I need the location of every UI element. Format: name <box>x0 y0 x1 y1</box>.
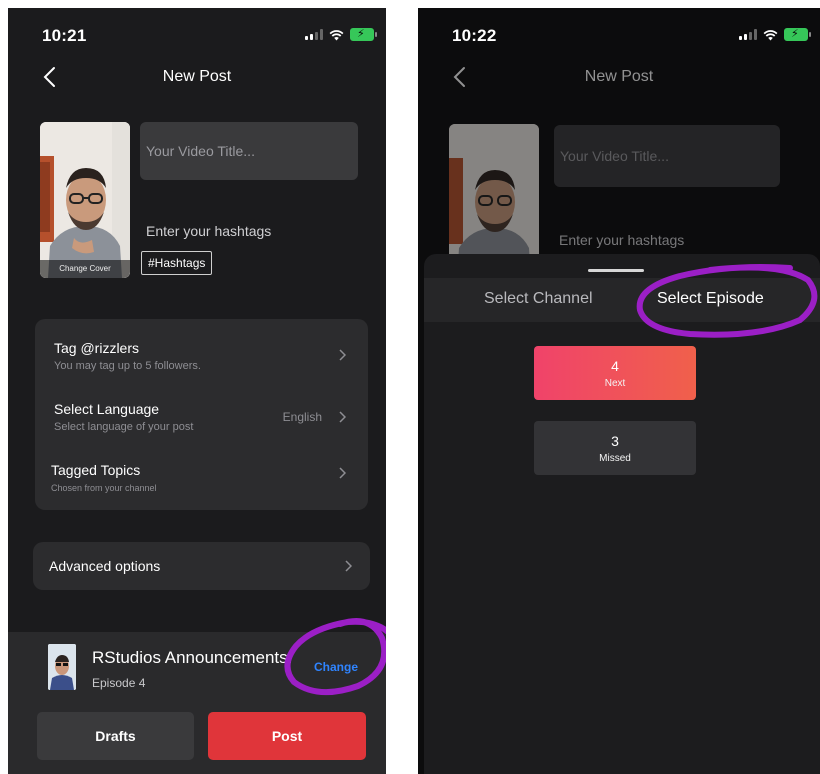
tagged-topics-row[interactable]: Tagged Topics Chosen from your channel <box>35 445 368 505</box>
chevron-right-icon <box>345 560 352 572</box>
language-value: English <box>282 410 322 424</box>
episode-option-next[interactable]: 4 Next <box>534 346 696 400</box>
status-time: 10:21 <box>42 26 87 45</box>
drafts-button[interactable]: Drafts <box>37 712 194 760</box>
setting-subtitle: You may tag up to 5 followers. <box>54 360 201 372</box>
setting-title: Tag @rizzlers <box>54 340 140 356</box>
channel-name: RStudios Announcements! <box>92 648 293 667</box>
hashtags-label: Enter your hashtags <box>559 232 685 248</box>
setting-title: Tagged Topics <box>51 462 141 478</box>
change-channel-button[interactable]: Change <box>314 660 358 674</box>
channel-episode: Episode 4 <box>92 676 146 690</box>
status-icons: ⚡ <box>305 28 377 41</box>
status-icons: ⚡ <box>739 28 811 41</box>
video-cover-thumbnail <box>449 124 539 264</box>
chevron-right-icon <box>339 411 346 423</box>
sheet-drag-handle[interactable] <box>588 269 644 272</box>
episode-status: Next <box>604 378 626 389</box>
change-cover-label[interactable]: Change Cover <box>40 260 130 278</box>
picker-tabs: Select Channel Select Episode <box>424 278 820 322</box>
select-episode-screen: 10:22 ⚡ New Post Your Video Title... Ent… <box>418 8 820 774</box>
setting-subtitle: Select language of your post <box>54 421 194 433</box>
status-time: 10:22 <box>452 26 497 45</box>
episode-number: 3 <box>611 433 619 449</box>
video-cover-thumbnail[interactable]: Change Cover <box>40 122 130 278</box>
hashtags-label: Enter your hashtags <box>146 223 272 239</box>
cover-image <box>40 122 130 278</box>
episode-picker-sheet: Select Channel Select Episode 4 Next 3 M… <box>424 254 820 774</box>
tab-select-episode[interactable]: Select Episode <box>657 290 764 308</box>
chevron-right-icon <box>339 349 346 361</box>
video-title-input <box>554 125 780 187</box>
channel-bottom-bar: RStudios Announcements! Episode 4 Change… <box>8 632 386 774</box>
episode-option-missed[interactable]: 3 Missed <box>534 421 696 475</box>
tab-select-channel[interactable]: Select Channel <box>484 290 593 308</box>
chevron-right-icon <box>339 467 346 479</box>
episode-status: Missed <box>599 453 631 464</box>
post-settings-card: Tag @rizzlers You may tag up to 5 follow… <box>35 319 368 510</box>
hashtags-input[interactable]: #Hashtags <box>141 251 213 275</box>
signal-icon <box>739 29 757 40</box>
battery-charging-icon: ⚡ <box>784 28 811 41</box>
signal-icon <box>305 29 323 40</box>
episode-number: 4 <box>611 358 619 374</box>
page-title: New Post <box>584 68 654 85</box>
wifi-icon <box>329 29 344 40</box>
cover-image <box>449 124 539 264</box>
wifi-icon <box>763 29 778 40</box>
tag-followers-row[interactable]: Tag @rizzlers You may tag up to 5 follow… <box>35 319 368 379</box>
video-title-input[interactable] <box>140 122 358 180</box>
advanced-options-row[interactable]: Advanced options <box>33 542 370 590</box>
advanced-options-label: Advanced options <box>49 558 161 574</box>
channel-avatar <box>48 644 76 690</box>
battery-charging-icon: ⚡ <box>350 28 377 41</box>
setting-subtitle: Chosen from your channel <box>51 483 157 493</box>
new-post-screen: 10:21 ⚡ New Post Change Cover Your Video… <box>8 8 386 774</box>
page-title: New Post <box>162 68 232 85</box>
select-language-row[interactable]: Select Language Select language of your … <box>35 383 368 443</box>
setting-title: Select Language <box>54 401 160 417</box>
post-button[interactable]: Post <box>208 712 366 760</box>
